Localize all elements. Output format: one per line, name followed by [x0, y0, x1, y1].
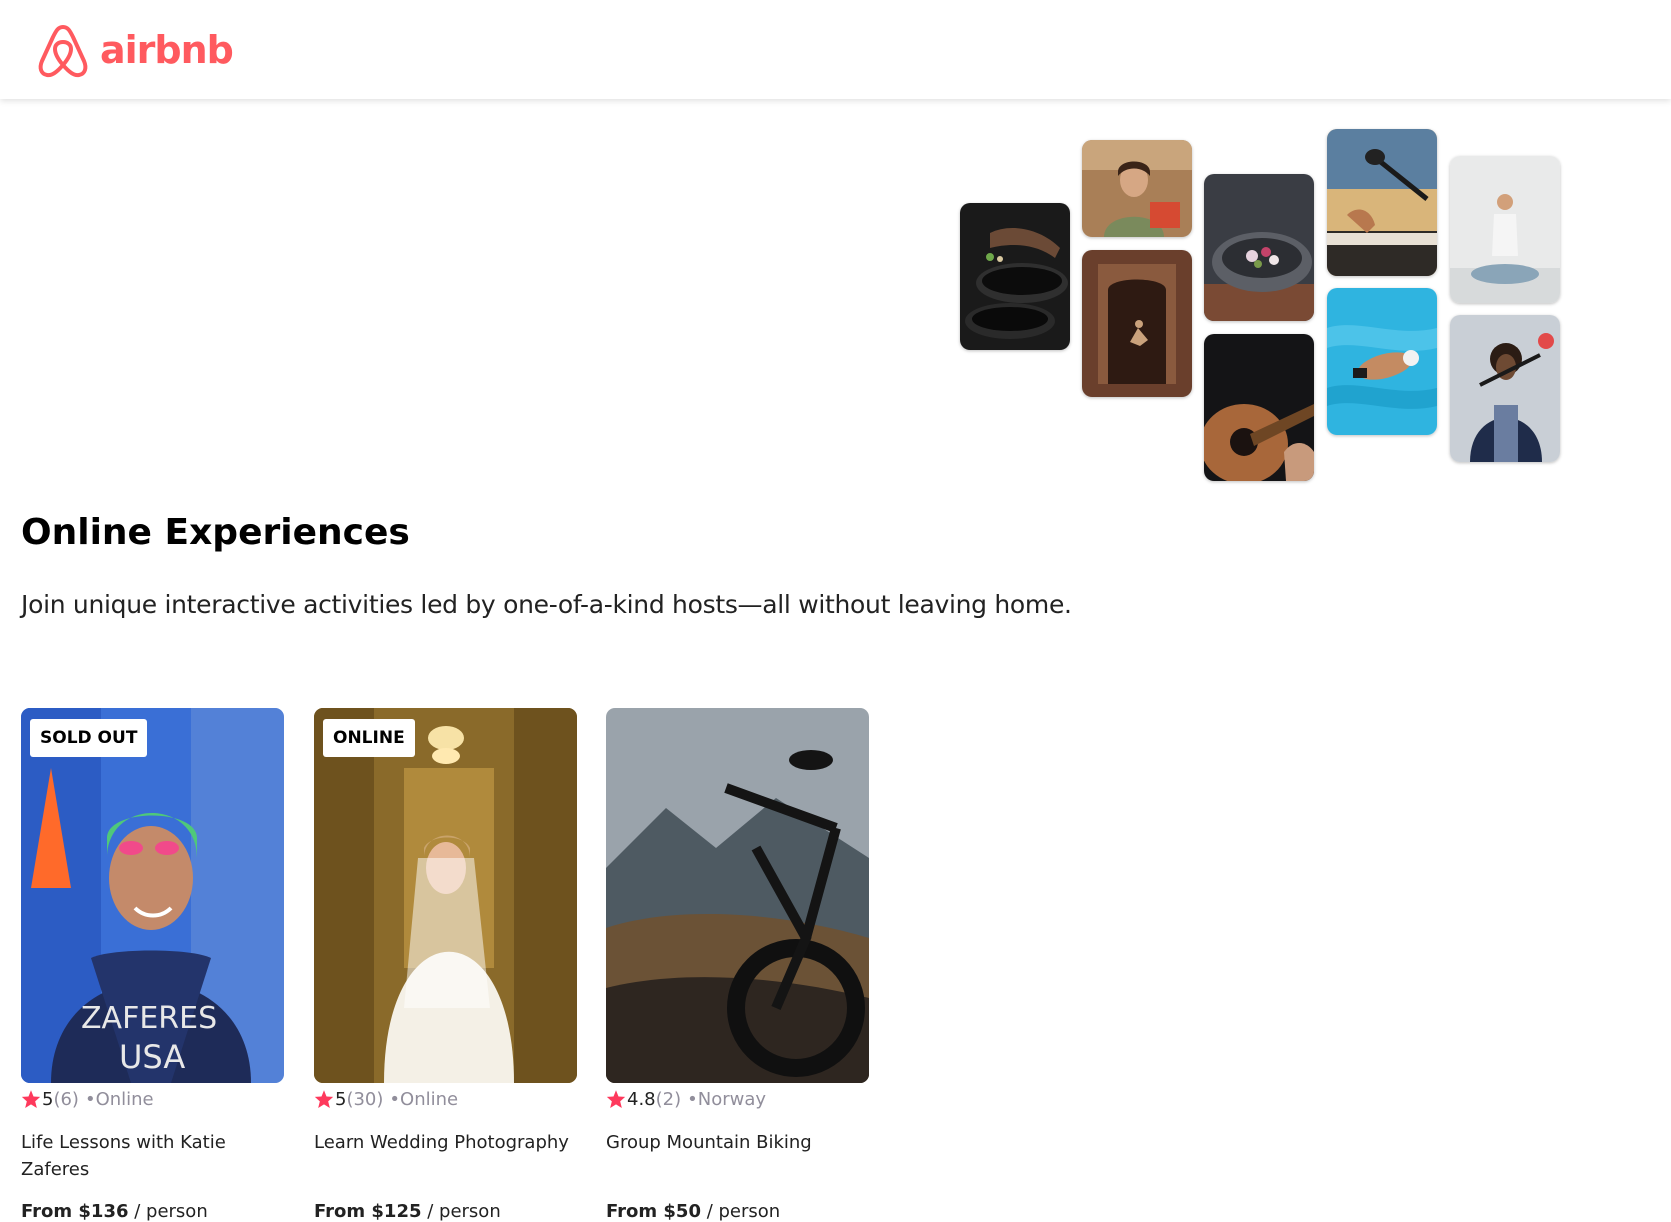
airbnb-logo-link[interactable]: airbnb — [36, 21, 234, 79]
hero-photo-food-bowl — [1204, 174, 1314, 321]
card-review-count: (2) — [655, 1088, 682, 1110]
card-rating: 5 — [42, 1088, 54, 1110]
card-price-amount: From $136 — [21, 1201, 129, 1222]
card-price-unit: / person — [128, 1201, 208, 1222]
page-title: Online Experiences — [21, 512, 410, 553]
card-price: From $125 / person — [314, 1201, 577, 1222]
hero-photo-dancer-doorway — [1082, 250, 1192, 397]
experience-card[interactable]: ZAFERES USA SOLD OUT 5 (6) •Online Life … — [21, 708, 284, 1222]
hero-photo-keyboard-mic — [1327, 129, 1437, 276]
star-icon — [314, 1090, 334, 1108]
hero-photo-yoga — [1450, 156, 1560, 303]
card-location: •Norway — [687, 1088, 767, 1110]
card-rating: 5 — [335, 1088, 347, 1110]
card-stats: 5 (6) •Online — [21, 1087, 284, 1111]
hero-photo-singer — [1450, 315, 1560, 462]
brand-name: airbnb — [100, 27, 234, 72]
card-price-amount: From $125 — [314, 1201, 422, 1222]
card-stats: 5 (30) •Online — [314, 1087, 577, 1111]
hero-photo-woman-kitchen — [1082, 140, 1192, 237]
navbar: airbnb — [0, 0, 1671, 99]
card-price: From $136 / person — [21, 1201, 284, 1222]
card-stats: 4.8 (2) •Norway — [606, 1087, 869, 1111]
card-location: •Online — [84, 1088, 154, 1110]
card-review-count: (6) — [53, 1088, 79, 1110]
card-price-unit: / person — [700, 1201, 781, 1222]
star-icon — [21, 1090, 41, 1108]
card-review-count: (30) — [346, 1088, 384, 1110]
card-photo-mountain-bike — [606, 708, 869, 1083]
card-title: Life Lessons with Katie Zaferes — [21, 1132, 226, 1180]
hero-photo-cooking-pans — [960, 203, 1070, 350]
card-rating: 4.8 — [627, 1088, 656, 1110]
hero-photo-swimmer — [1327, 288, 1437, 435]
page-subtitle: Join unique interactive activities led b… — [21, 590, 1072, 619]
svg-text:ZAFERES: ZAFERES — [81, 1001, 217, 1036]
card-price-unit: / person — [421, 1201, 501, 1222]
experience-card[interactable]: 4.8 (2) •Norway Group Mountain Biking Fr… — [606, 708, 869, 1222]
card-title: Group Mountain Biking — [606, 1132, 812, 1153]
status-badge: SOLD OUT — [30, 719, 148, 757]
airbnb-logo-icon — [38, 24, 88, 77]
hero-photo-grid — [0, 99, 1671, 489]
card-photo-katie-zaferes: ZAFERES USA SOLD OUT — [21, 708, 284, 1083]
hero-photo-guitar — [1204, 334, 1314, 481]
card-location: •Online — [389, 1088, 459, 1110]
svg-text:USA: USA — [119, 1038, 185, 1076]
card-photo-wedding: ONLINE — [314, 708, 577, 1083]
star-icon — [606, 1090, 626, 1108]
card-title: Learn Wedding Photography — [314, 1132, 569, 1153]
status-badge: ONLINE — [323, 719, 415, 757]
card-price: From $50 / person — [606, 1201, 869, 1222]
card-price-amount: From $50 — [606, 1201, 701, 1222]
experience-card[interactable]: ONLINE 5 (30) •Online Learn Wedding Phot… — [314, 708, 577, 1222]
